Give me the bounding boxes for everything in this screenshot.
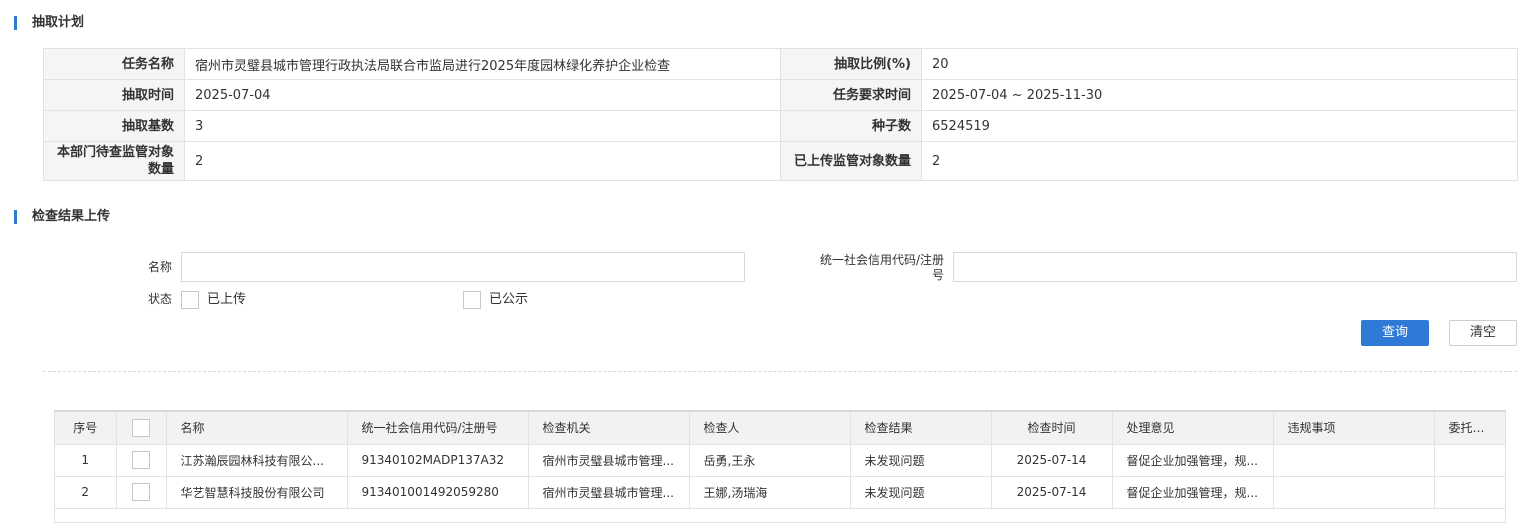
uploaded-checkbox-label[interactable]: 已上传 bbox=[207, 291, 246, 309]
plan-row: 抽取基数 3 种子数 6524519 bbox=[43, 110, 1518, 142]
seed-label: 种子数 bbox=[780, 110, 922, 142]
cell-name: 华艺智慧科技股份有限公司 bbox=[166, 476, 348, 509]
section-title-plan: 抽取计划 bbox=[14, 16, 84, 30]
cell-department bbox=[1434, 444, 1505, 477]
cell-authority: 宿州市灵璧县城市管理... bbox=[528, 476, 690, 509]
section-title-text: 检查结果上传 bbox=[32, 209, 111, 224]
name-input[interactable] bbox=[181, 252, 745, 282]
section-title-text: 抽取计划 bbox=[32, 15, 85, 30]
row-checkbox[interactable] bbox=[132, 451, 150, 469]
col-header-select bbox=[116, 412, 167, 445]
cell-time: 2025-07-14 bbox=[991, 476, 1113, 509]
col-header-result: 检查结果 bbox=[850, 412, 992, 445]
col-header-index: 序号 bbox=[55, 412, 117, 445]
cell-authority: 宿州市灵璧县城市管理... bbox=[528, 444, 690, 477]
cell-department bbox=[1434, 476, 1505, 509]
cell-index: 2 bbox=[55, 476, 117, 509]
select-all-checkbox[interactable] bbox=[132, 418, 150, 437]
col-header-code: 统一社会信用代码/注册号 bbox=[347, 412, 529, 445]
cell-time: 2025-07-14 bbox=[991, 444, 1113, 477]
section-accent-bar bbox=[14, 210, 17, 224]
cell-opinion: 督促企业加强管理，规... bbox=[1112, 476, 1274, 509]
uploaded-count-value: 2 bbox=[921, 141, 1518, 181]
base-count-value: 3 bbox=[184, 110, 781, 142]
plan-row: 抽取时间 2025-07-04 任务要求时间 2025-07-04 ~ 2025… bbox=[43, 79, 1518, 111]
cell-result: 未发现问题 bbox=[850, 476, 992, 509]
divider bbox=[43, 371, 1517, 372]
cell-violation bbox=[1273, 444, 1435, 477]
result-grid: 序号 名称 统一社会信用代码/注册号 检查机关 检查人 检查结果 检查时间 处理… bbox=[54, 410, 1506, 523]
clear-button[interactable]: 清空 bbox=[1449, 320, 1517, 346]
published-checkbox-label[interactable]: 已公示 bbox=[489, 291, 528, 309]
task-name-value: 宿州市灵璧县城市管理行政执法局联合市监局进行2025年度园林绿化养护企业检查 bbox=[184, 48, 781, 80]
required-time-value: 2025-07-04 ~ 2025-11-30 bbox=[921, 79, 1518, 111]
code-field-label: 统一社会信用代码/注册号 bbox=[819, 253, 944, 282]
cell-code: 913401001492059280 bbox=[347, 476, 529, 509]
required-time-label: 任务要求时间 bbox=[780, 79, 922, 111]
plan-row: 任务名称 宿州市灵璧县城市管理行政执法局联合市监局进行2025年度园林绿化养护企… bbox=[43, 48, 1518, 80]
col-header-inspector: 检查人 bbox=[689, 412, 851, 445]
section-title-upload: 检查结果上传 bbox=[14, 210, 110, 224]
col-header-violation: 违规事项 bbox=[1273, 412, 1435, 445]
code-input[interactable] bbox=[953, 252, 1517, 282]
uploaded-checkbox[interactable] bbox=[181, 291, 199, 309]
row-checkbox[interactable] bbox=[132, 483, 150, 501]
cell-opinion: 督促企业加强管理，规... bbox=[1112, 444, 1274, 477]
col-header-time: 检查时间 bbox=[991, 412, 1113, 445]
cell-violation bbox=[1273, 476, 1435, 509]
task-name-label: 任务名称 bbox=[43, 48, 185, 80]
cell-index: 1 bbox=[55, 444, 117, 477]
table-header-row: 序号 名称 统一社会信用代码/注册号 检查机关 检查人 检查结果 检查时间 处理… bbox=[55, 412, 1505, 445]
cell-select bbox=[116, 444, 167, 477]
pending-count-label: 本部门待查监管对象数量 bbox=[43, 141, 185, 181]
col-header-department: 委托部门 bbox=[1434, 412, 1505, 445]
draw-time-value: 2025-07-04 bbox=[184, 79, 781, 111]
plan-table: 任务名称 宿州市灵璧县城市管理行政执法局联合市监局进行2025年度园林绿化养护企… bbox=[43, 48, 1518, 181]
draw-time-label: 抽取时间 bbox=[43, 79, 185, 111]
section-accent-bar bbox=[14, 16, 17, 30]
ratio-value: 20 bbox=[921, 48, 1518, 80]
col-header-opinion: 处理意见 bbox=[1112, 412, 1274, 445]
cell-code: 91340102MADP137A32 bbox=[347, 444, 529, 477]
cell-inspector: 岳勇,王永 bbox=[689, 444, 851, 477]
query-button[interactable]: 查询 bbox=[1361, 320, 1429, 346]
table-row[interactable]: 2 华艺智慧科技股份有限公司 913401001492059280 宿州市灵璧县… bbox=[55, 476, 1505, 509]
published-checkbox[interactable] bbox=[463, 291, 481, 309]
pending-count-value: 2 bbox=[184, 141, 781, 181]
uploaded-count-label: 已上传监管对象数量 bbox=[780, 141, 922, 181]
cell-result: 未发现问题 bbox=[850, 444, 992, 477]
cell-select bbox=[116, 476, 167, 509]
base-count-label: 抽取基数 bbox=[43, 110, 185, 142]
name-field-label: 名称 bbox=[147, 260, 172, 274]
col-header-authority: 检查机关 bbox=[528, 412, 690, 445]
seed-value: 6524519 bbox=[921, 110, 1518, 142]
status-label: 状态 bbox=[147, 292, 172, 306]
cell-name: 江苏瀚辰园林科技有限公... bbox=[166, 444, 348, 477]
ratio-label: 抽取比例(%) bbox=[780, 48, 922, 80]
plan-row: 本部门待查监管对象数量 2 已上传监管对象数量 2 bbox=[43, 141, 1518, 181]
col-header-name: 名称 bbox=[166, 412, 348, 445]
cell-inspector: 王娜,汤瑞海 bbox=[689, 476, 851, 509]
result-table: 序号 名称 统一社会信用代码/注册号 检查机关 检查人 检查结果 检查时间 处理… bbox=[55, 412, 1505, 509]
table-row[interactable]: 1 江苏瀚辰园林科技有限公... 91340102MADP137A32 宿州市灵… bbox=[55, 444, 1505, 477]
